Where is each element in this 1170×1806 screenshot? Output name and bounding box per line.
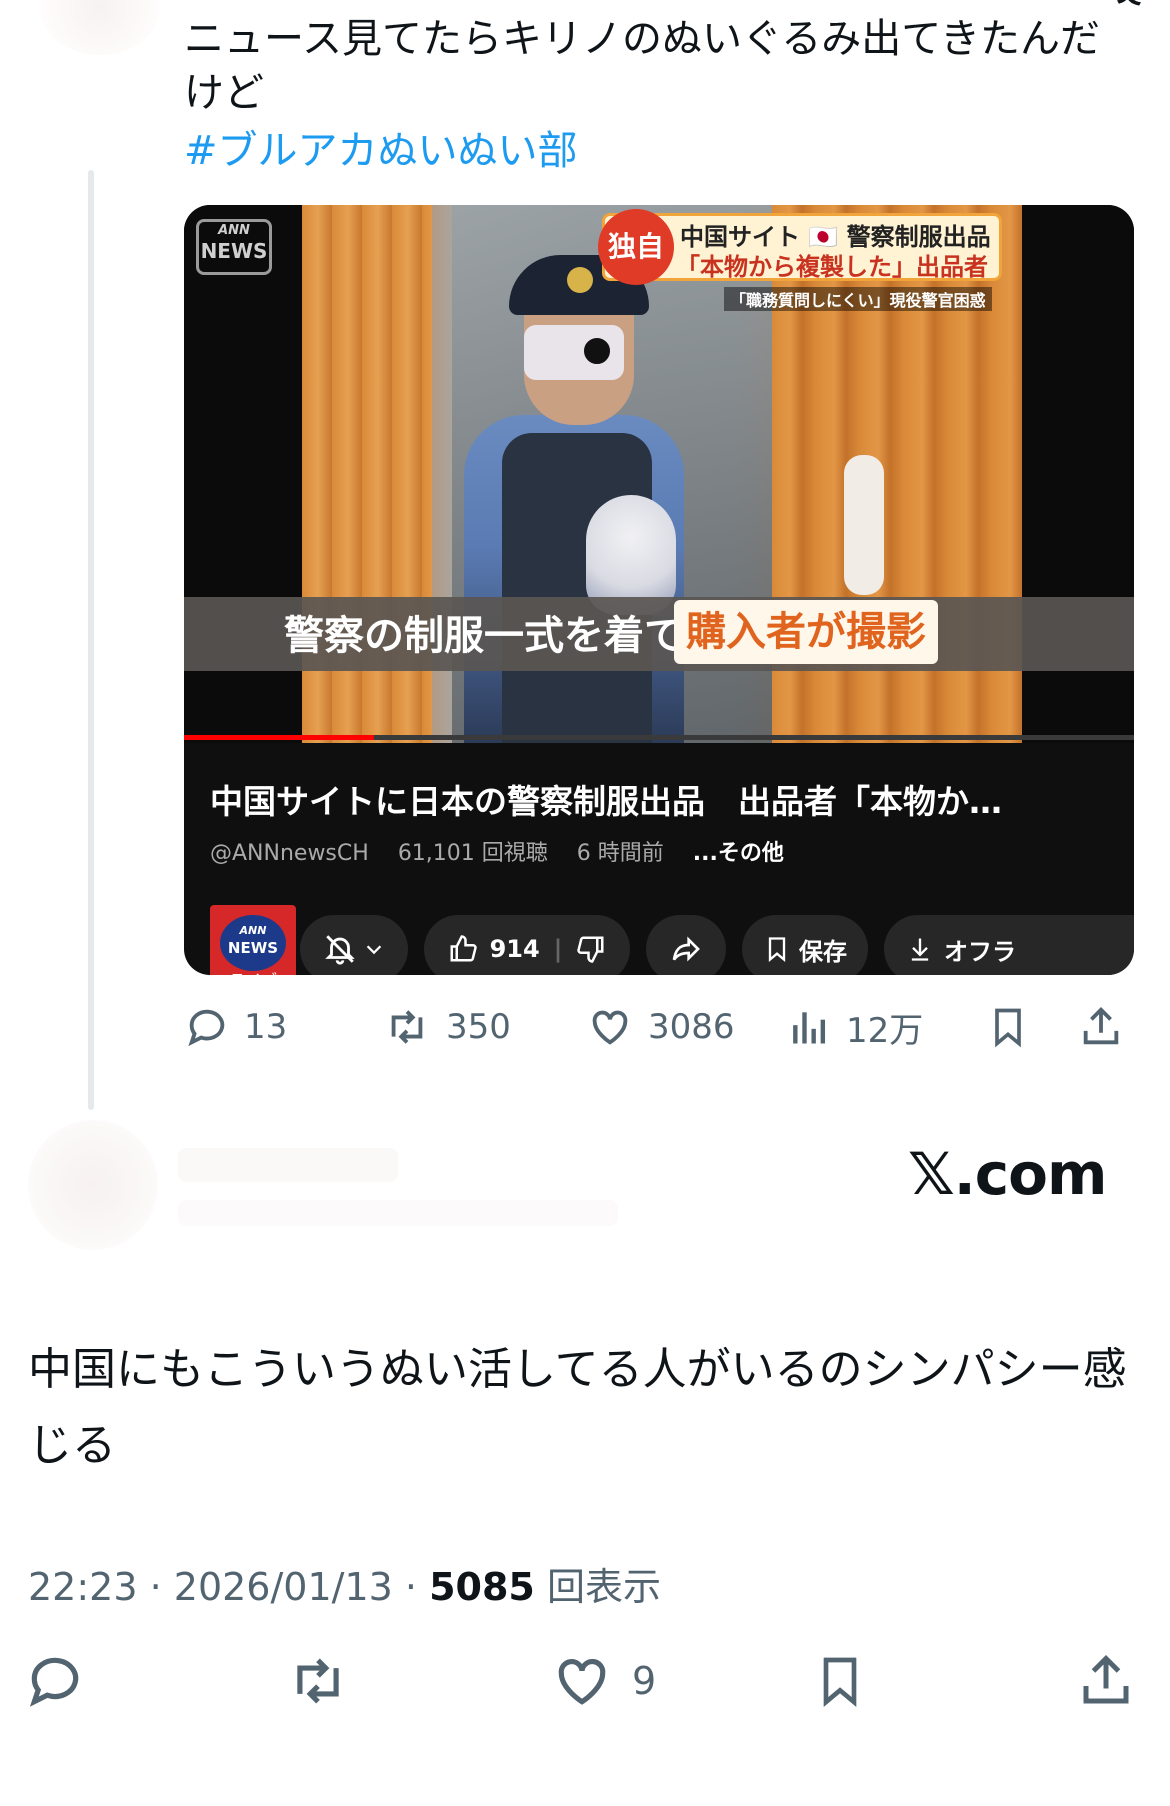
forward-icon: [672, 936, 700, 962]
like-count: 914: [489, 935, 540, 963]
channel-handle[interactable]: @ANNnewsCH: [210, 841, 369, 866]
share-icon: [1083, 1007, 1119, 1045]
thumbs-up-icon[interactable]: [448, 934, 478, 964]
more-link[interactable]: ...その他: [693, 841, 784, 866]
retweet-icon: [297, 1658, 339, 1704]
bookmark-icon: [823, 1657, 857, 1707]
tweet-views-count[interactable]: 5085: [429, 1565, 535, 1609]
tweet-views-label: 回表示: [546, 1565, 661, 1609]
progress-fill: [184, 735, 374, 740]
bookmark-icon: [995, 1008, 1021, 1048]
caption-main: 警察の制服一式を着て: [284, 613, 684, 659]
quoted-share-button[interactable]: [1078, 1002, 1138, 1052]
retweet-button[interactable]: [284, 1648, 352, 1714]
upload-age: 6 時間前: [576, 841, 664, 866]
bookmark-button[interactable]: [812, 1648, 868, 1714]
live-label: ライブ: [210, 967, 296, 975]
quoted-views-button[interactable]: 12万: [788, 1002, 923, 1052]
offline-button[interactable]: オフラ: [884, 915, 1134, 975]
exclusive-badge: 独自: [598, 209, 674, 285]
notification-button[interactable]: [300, 915, 408, 975]
views-icon: [793, 1012, 826, 1044]
headline-line2: 「本物から複製した」出品者: [676, 253, 988, 281]
video-card[interactable]: ANN NEWS 独自 中国サイト 🇯🇵 警察制服出品 「本物から複製した」出品…: [184, 205, 1134, 975]
tweet-time[interactable]: 22:23: [28, 1565, 138, 1609]
video-frame[interactable]: ANN NEWS 独自 中国サイト 🇯🇵 警察制服出品 「本物から複製した」出品…: [184, 205, 1134, 743]
quoted-avatar-faded: [40, 0, 160, 55]
quoted-retweet-button[interactable]: 350: [382, 1002, 511, 1052]
like-button[interactable]: 9: [550, 1648, 656, 1714]
like-count: 9: [632, 1659, 657, 1703]
author-name-faded: [178, 1148, 398, 1182]
like-icon: [592, 1010, 628, 1045]
corner-mark: ᄾ: [1112, 0, 1144, 28]
save-video-button[interactable]: 保存: [742, 915, 868, 975]
quoted-reply-button[interactable]: 13: [184, 1002, 287, 1052]
reply-icon: [29, 1657, 79, 1707]
thumbs-down-icon[interactable]: [576, 934, 606, 964]
share-video-button[interactable]: [646, 915, 726, 975]
caption-highlight: 購入者が撮影: [674, 600, 938, 664]
like-icon: [558, 1658, 606, 1705]
video-meta: @ANNnewsCH 61,101 回視聴 6 時間前 ...その他: [210, 835, 806, 867]
x-watermark: 𝕏.com: [908, 1140, 1107, 1208]
video-title[interactable]: 中国サイトに日本の警察制服出品 出品者「本物か…: [210, 775, 1110, 823]
chevron-down-icon: [366, 945, 382, 955]
bookmark-icon: [768, 937, 786, 962]
hashtag-link[interactable]: #ブルアカぬいぬい部: [184, 124, 578, 178]
main-tweet-text: 中国にもこういうぬい活してる人がいるのシンパシー感じる: [28, 1344, 1127, 1471]
share-button[interactable]: [1076, 1648, 1136, 1714]
bell-icon: [325, 935, 355, 965]
share-icon: [1083, 1654, 1129, 1704]
headline-sub: 「職務質問しにくい」現役警官困惑: [724, 287, 992, 311]
retweet-icon: [391, 1010, 423, 1044]
quoted-tweet-text: ニュース見てたらキリノのぬいぐるみ出てきたんだけど: [184, 16, 1100, 116]
thread-line: [88, 170, 94, 1110]
ann-news-logo: ANN NEWS: [196, 219, 272, 275]
quoted-bookmark-button[interactable]: [986, 1002, 1044, 1052]
tweet-timestamp: 22:23 · 2026/01/13 · 5085 回表示: [28, 1565, 661, 1609]
view-count: 61,101 回視聴: [397, 841, 548, 866]
author-avatar-faded: [28, 1120, 158, 1250]
reply-icon: [188, 1009, 225, 1047]
like-dislike-group: 914 |: [424, 915, 630, 975]
channel-avatar[interactable]: ANN NEWS ライブ: [210, 905, 296, 975]
author-handle-faded: [178, 1200, 618, 1226]
quoted-like-button[interactable]: 3086: [586, 1002, 735, 1052]
download-icon: [911, 938, 929, 961]
reply-button[interactable]: [24, 1648, 86, 1714]
tweet-date[interactable]: 2026/01/13: [174, 1565, 393, 1609]
